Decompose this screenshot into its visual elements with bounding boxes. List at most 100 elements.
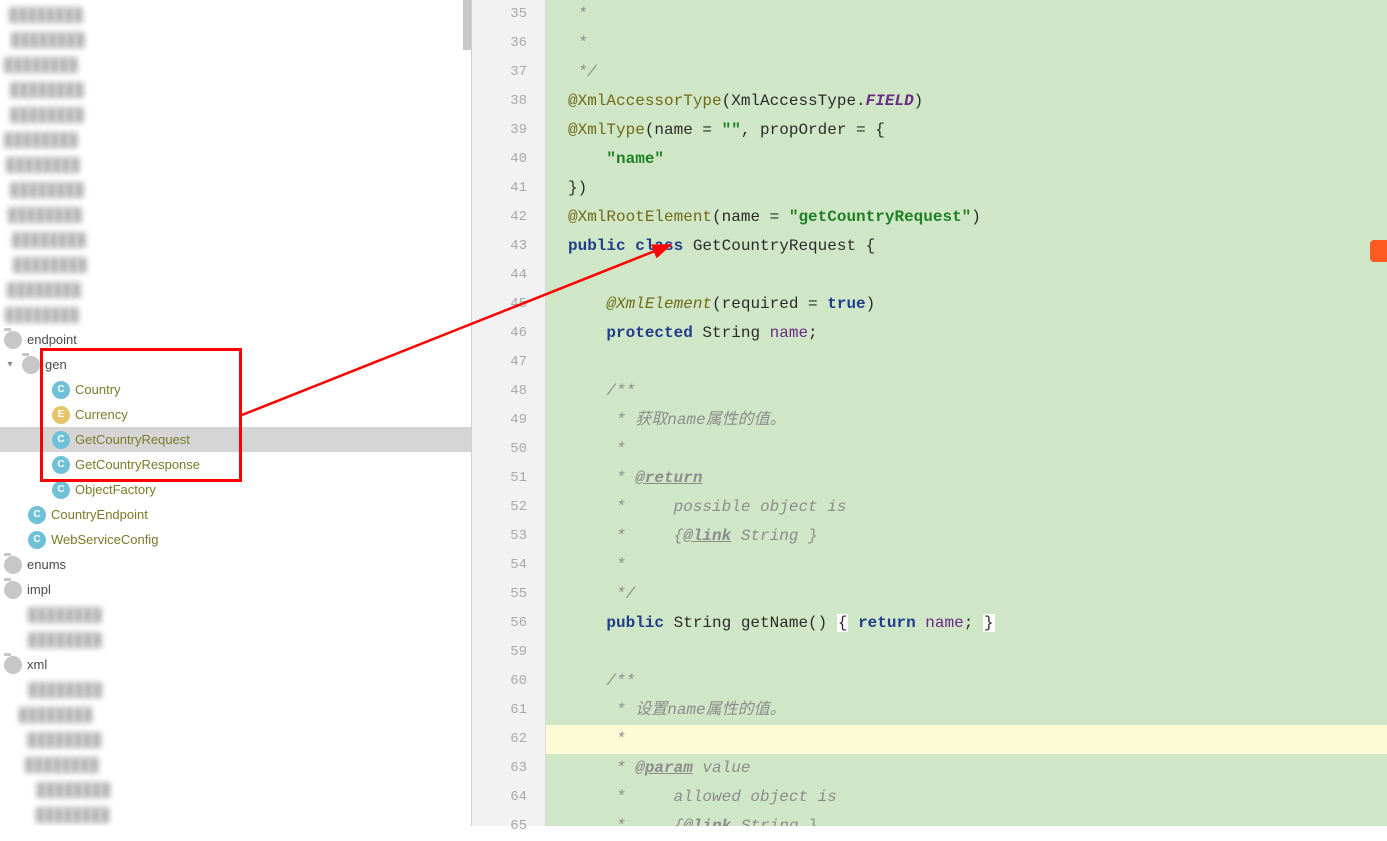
- code-line[interactable]: */: [546, 58, 1387, 87]
- line-number: 53: [472, 522, 527, 551]
- code-line[interactable]: /**: [546, 377, 1387, 406]
- line-number: 55: [472, 580, 527, 609]
- class-icon: C: [28, 506, 46, 524]
- tree-row[interactable]: ████████: [0, 102, 471, 127]
- class-icon: C: [28, 531, 46, 549]
- enum-icon: E: [52, 406, 70, 424]
- tree-row[interactable]: CObjectFactory: [0, 477, 471, 502]
- tree-row[interactable]: ████████: [0, 302, 471, 327]
- tree-row[interactable]: ████████: [0, 227, 471, 252]
- chevron-down-icon[interactable]: ▾: [4, 359, 16, 370]
- line-number: 44: [472, 261, 527, 290]
- line-number: 36: [472, 29, 527, 58]
- tree-row[interactable]: ████████: [0, 627, 471, 652]
- tree-row[interactable]: ████████: [0, 127, 471, 152]
- code-line[interactable]: @XmlRootElement(name = "getCountryReques…: [546, 203, 1387, 232]
- code-line[interactable]: [546, 261, 1387, 290]
- tree-row[interactable]: ████████: [0, 677, 471, 702]
- line-number: 56: [472, 609, 527, 638]
- code-line[interactable]: * {@link String }: [546, 522, 1387, 551]
- code-line[interactable]: /**: [546, 667, 1387, 696]
- folder-icon: [4, 656, 22, 674]
- line-number: 60: [472, 667, 527, 696]
- tree-row[interactable]: ECurrency: [0, 402, 471, 427]
- project-tree[interactable]: ████████████████████████████████████████…: [0, 0, 472, 826]
- folder-icon: [4, 581, 22, 599]
- line-number: 49: [472, 406, 527, 435]
- code-line[interactable]: }): [546, 174, 1387, 203]
- code-line[interactable]: * @return: [546, 464, 1387, 493]
- tree-row[interactable]: ████████: [0, 152, 471, 177]
- code-line[interactable]: protected String name;: [546, 319, 1387, 348]
- tree-row[interactable]: ████████: [0, 702, 471, 727]
- inspection-badge[interactable]: [1370, 240, 1387, 262]
- code-line[interactable]: *: [546, 551, 1387, 580]
- tree-row[interactable]: ████████: [0, 752, 471, 777]
- tree-row[interactable]: ████████: [0, 252, 471, 277]
- code-line[interactable]: *: [546, 29, 1387, 58]
- tree-row[interactable]: ████████: [0, 2, 471, 27]
- tree-row[interactable]: CGetCountryRequest: [0, 427, 471, 452]
- code-line[interactable]: * allowed object is: [546, 783, 1387, 812]
- code-line[interactable]: *: [546, 725, 1387, 754]
- code-line[interactable]: [546, 638, 1387, 667]
- class-icon: C: [52, 431, 70, 449]
- tree-row[interactable]: ████████: [0, 277, 471, 302]
- tree-row[interactable]: endpoint: [0, 327, 471, 352]
- line-number: 35: [472, 0, 527, 29]
- tree-row[interactable]: ████████: [0, 202, 471, 227]
- tree-row[interactable]: ████████: [0, 727, 471, 752]
- tree-row[interactable]: CCountryEndpoint: [0, 502, 471, 527]
- code-line[interactable]: *: [546, 435, 1387, 464]
- code-line[interactable]: public class GetCountryRequest {: [546, 232, 1387, 261]
- line-number: 63: [472, 754, 527, 783]
- tree-row[interactable]: ████████: [0, 802, 471, 826]
- code-line[interactable]: * @param value: [546, 754, 1387, 783]
- code-line[interactable]: public String getName() { return name; }: [546, 609, 1387, 638]
- tree-row[interactable]: ████████: [0, 602, 471, 627]
- line-number: 65: [472, 812, 527, 841]
- tree-row[interactable]: ████████: [0, 77, 471, 102]
- line-number: 43: [472, 232, 527, 261]
- code-line[interactable]: */: [546, 580, 1387, 609]
- line-number: 40: [472, 145, 527, 174]
- tree-row[interactable]: ▾gen: [0, 352, 471, 377]
- line-number: 42: [472, 203, 527, 232]
- folder-icon: [22, 356, 40, 374]
- line-number: 61: [472, 696, 527, 725]
- folder-icon: [4, 331, 22, 349]
- tree-row[interactable]: enums: [0, 552, 471, 577]
- tree-row[interactable]: ████████: [0, 177, 471, 202]
- folder-icon: [4, 556, 22, 574]
- tree-row[interactable]: CGetCountryResponse: [0, 452, 471, 477]
- tree-row[interactable]: CWebServiceConfig: [0, 527, 471, 552]
- line-number: 51: [472, 464, 527, 493]
- code-line[interactable]: * 获取name属性的值。: [546, 406, 1387, 435]
- code-line[interactable]: [546, 348, 1387, 377]
- code-line[interactable]: @XmlElement(required = true): [546, 290, 1387, 319]
- code-line[interactable]: *: [546, 0, 1387, 29]
- tree-row[interactable]: CCountry: [0, 377, 471, 402]
- code-line[interactable]: * 设置name属性的值。: [546, 696, 1387, 725]
- tree-row[interactable]: ████████: [0, 777, 471, 802]
- code-line[interactable]: @XmlType(name = "", propOrder = {: [546, 116, 1387, 145]
- line-number: 46: [472, 319, 527, 348]
- line-number: 47: [472, 348, 527, 377]
- code-line[interactable]: "name": [546, 145, 1387, 174]
- scrollbar-thumb[interactable]: [463, 0, 471, 50]
- line-number: 41: [472, 174, 527, 203]
- tree-row[interactable]: ████████: [0, 27, 471, 52]
- code-line[interactable]: @XmlAccessorType(XmlAccessType.FIELD): [546, 87, 1387, 116]
- class-icon: C: [52, 456, 70, 474]
- tree-row[interactable]: ████████: [0, 52, 471, 77]
- line-number: 62: [472, 725, 527, 754]
- code-editor[interactable]: * * */@XmlAccessorType(XmlAccessType.FIE…: [546, 0, 1387, 826]
- line-number: 52: [472, 493, 527, 522]
- code-line[interactable]: * possible object is: [546, 493, 1387, 522]
- tree-row[interactable]: impl: [0, 577, 471, 602]
- line-number: 48: [472, 377, 527, 406]
- class-icon: C: [52, 481, 70, 499]
- line-number: 64: [472, 783, 527, 812]
- tree-row[interactable]: xml: [0, 652, 471, 677]
- code-line[interactable]: * {@link String }: [546, 812, 1387, 826]
